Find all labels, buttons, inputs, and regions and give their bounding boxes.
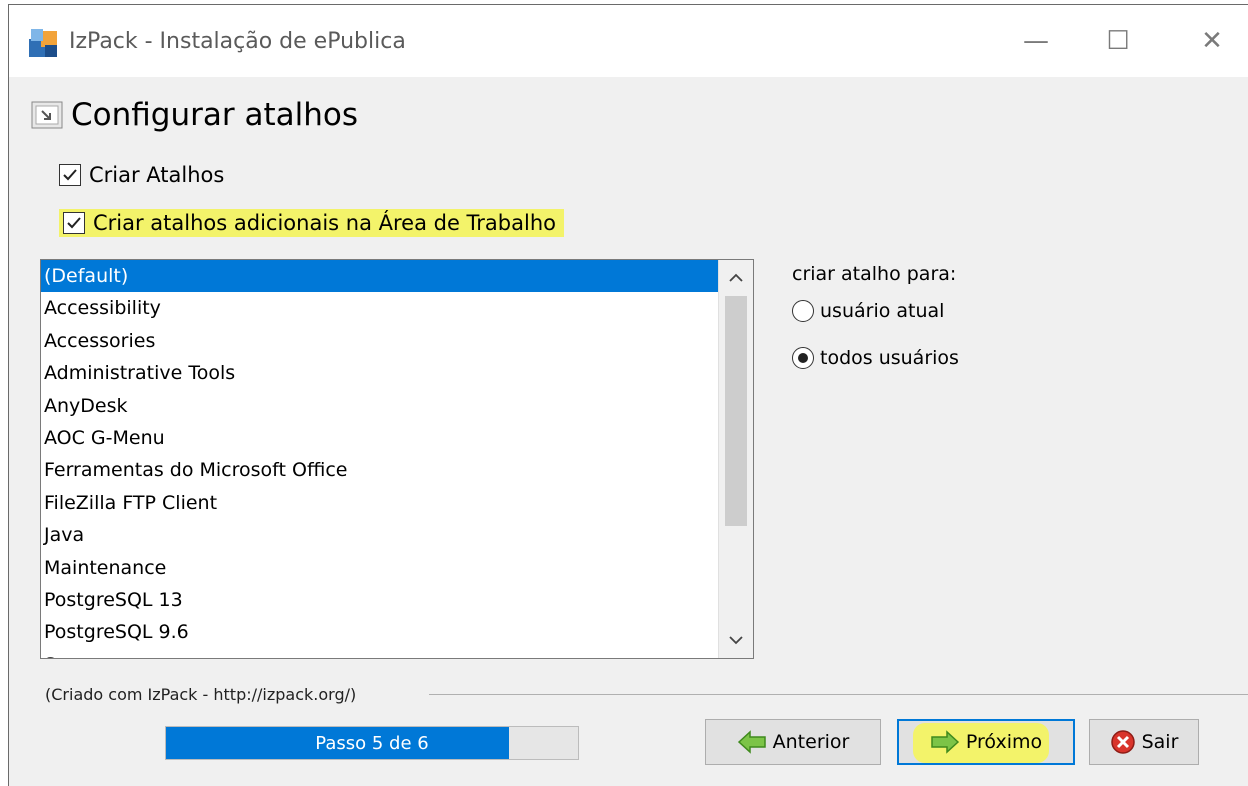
izpack-credit: (Criado com IzPack - http://izpack.org/) [45, 685, 357, 704]
radio-all-users[interactable]: todos usuários [792, 347, 959, 369]
maximize-button[interactable]: ☐ [1091, 19, 1145, 63]
shortcut-page-icon [31, 101, 63, 129]
list-item[interactable]: Java [41, 519, 721, 551]
radio-circle[interactable] [792, 300, 814, 322]
list-item[interactable]: Administrative Tools [41, 357, 721, 389]
list-item[interactable]: Accessories [41, 325, 721, 357]
list-item[interactable]: (Default) [41, 260, 721, 293]
window-title: IzPack - Instalação de ePublica [69, 29, 406, 54]
list-item[interactable]: Accessibility [41, 292, 721, 324]
radio-all-users-label: todos usuários [820, 347, 959, 369]
chevron-down-icon [729, 636, 743, 645]
installer-window: IzPack - Instalação de ePublica — ☐ ✕ Co… [8, 4, 1248, 786]
exit-button-label: Sair [1141, 731, 1179, 753]
next-button-label: Próximo [965, 731, 1043, 753]
radio-selected-dot [798, 353, 808, 363]
previous-button-label: Anterior [772, 731, 850, 753]
list-scrollbar[interactable] [718, 260, 753, 658]
program-group-items: (Default) Accessibility Accessories Adminis… [41, 260, 721, 658]
next-button[interactable]: Próximo [897, 719, 1075, 765]
list-item[interactable]: Maintenance [41, 552, 721, 584]
radio-circle[interactable] [792, 347, 814, 369]
check-icon [63, 169, 77, 181]
scroll-up-button[interactable] [719, 260, 753, 296]
green-arrow-left-icon [737, 730, 766, 754]
title-bar: IzPack - Instalação de ePublica — ☐ ✕ [9, 5, 1248, 77]
scroll-thumb[interactable] [725, 296, 747, 526]
previous-button[interactable]: Anterior [705, 719, 881, 765]
create-shortcuts-checkbox[interactable]: Criar Atalhos [59, 163, 224, 187]
close-button[interactable]: ✕ [1185, 19, 1239, 63]
green-arrow-right-icon [931, 730, 960, 754]
desktop-shortcuts-checkbox[interactable]: Criar atalhos adicionais na Área de Trab… [59, 209, 564, 237]
list-item[interactable]: AnyDesk [41, 390, 721, 422]
program-group-list[interactable]: (Default) Accessibility Accessories Adminis… [40, 259, 754, 659]
shortcut-target-label: criar atalho para: [792, 263, 957, 285]
checkbox-box[interactable] [63, 212, 85, 234]
progress-text: Passo 5 de 6 [315, 732, 429, 754]
radio-current-user[interactable]: usuário atual [792, 300, 944, 322]
chevron-up-icon [729, 273, 743, 282]
red-x-icon [1110, 730, 1135, 754]
create-shortcuts-label: Criar Atalhos [89, 163, 225, 187]
progress-bar: Passo 5 de 6 [165, 726, 579, 760]
list-item[interactable]: PostgreSQL 13 [41, 584, 721, 616]
scroll-down-button[interactable] [719, 622, 753, 658]
minimize-button[interactable]: — [1009, 19, 1063, 63]
list-item[interactable]: AOC G-Menu [41, 422, 721, 454]
footer-divider [429, 694, 1248, 695]
check-icon [67, 217, 81, 229]
list-item[interactable]: PostgreSQL 9.6 [41, 616, 721, 648]
list-item[interactable]: Ferramentas do Microsoft Office [41, 454, 721, 486]
exit-button[interactable]: Sair [1089, 719, 1199, 765]
list-item[interactable]: Screen+ [41, 649, 721, 658]
radio-current-user-label: usuário atual [820, 300, 945, 322]
desktop-shortcuts-label: Criar atalhos adicionais na Área de Trab… [93, 211, 556, 235]
page-title: Configurar atalhos [71, 97, 358, 133]
list-item[interactable]: FileZilla FTP Client [41, 487, 721, 519]
izpack-app-icon [29, 29, 57, 57]
checkbox-box[interactable] [59, 164, 81, 186]
